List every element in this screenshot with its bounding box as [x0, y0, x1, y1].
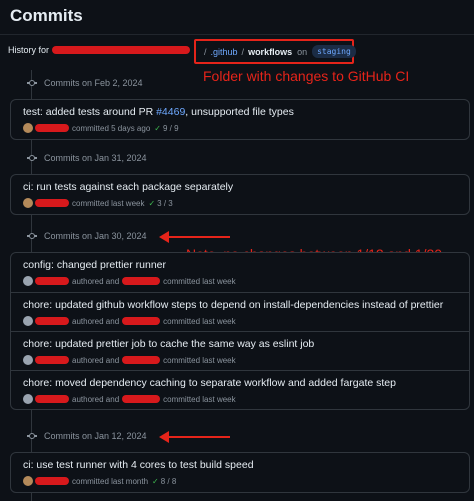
- avatar[interactable]: [23, 394, 33, 404]
- commit-meta: authored and committed last week: [23, 316, 457, 326]
- commit-time: committed last week: [163, 394, 236, 404]
- commit-time: committed 5 days ago: [72, 123, 151, 133]
- redacted-committer: [122, 356, 161, 364]
- commit-time: committed last week: [163, 276, 236, 286]
- breadcrumb-separator: /: [241, 46, 245, 57]
- commit-title[interactable]: test: added tests around PR #4469, unsup…: [23, 106, 457, 118]
- avatar[interactable]: [23, 123, 33, 133]
- check-count[interactable]: 8 / 8: [161, 477, 177, 486]
- check-icon: ✓: [148, 198, 156, 208]
- commit-time: committed last month: [72, 476, 149, 486]
- commit-meta: authored and committed last week: [23, 355, 457, 365]
- title-divider: [0, 34, 474, 35]
- avatar[interactable]: [23, 316, 33, 326]
- breadcrumb-separator: /: [204, 46, 207, 57]
- history-label: History for: [8, 45, 50, 55]
- git-commit-icon: [26, 152, 38, 164]
- group-header-feb-2: Commits on Feb 2, 2024: [26, 77, 143, 89]
- redacted-author: [35, 477, 69, 485]
- commit-row: test: added tests around PR #4469, unsup…: [11, 100, 469, 139]
- redacted-committer: [122, 395, 161, 403]
- git-commit-icon: [26, 230, 38, 242]
- group-date: Commits on Jan 12, 2024: [44, 431, 147, 441]
- commit-title[interactable]: config: changed prettier runner: [23, 259, 457, 271]
- commit-title[interactable]: chore: updated github workflow steps to …: [23, 299, 457, 311]
- redacted-committer: [122, 317, 161, 325]
- group-header-jan-12: Commits on Jan 12, 2024: [26, 430, 147, 442]
- commit-title[interactable]: ci: use test runner with 4 cores to test…: [23, 459, 457, 471]
- group-header-jan-31: Commits on Jan 31, 2024: [26, 152, 147, 164]
- breadcrumb-github-folder[interactable]: .github: [211, 47, 238, 57]
- redacted-author: [35, 395, 69, 403]
- commit-list-jan-12: ci: use test runner with 4 cores to test…: [10, 452, 470, 493]
- check-count[interactable]: 9 / 9: [163, 124, 179, 133]
- annotation-folder-note: Folder with changes to GitHub CI: [203, 68, 410, 84]
- commit-meta: authored and committed last week: [23, 394, 457, 404]
- commit-row: chore: moved dependency caching to separ…: [11, 370, 469, 409]
- redacted-author: [35, 199, 69, 207]
- path-breadcrumb: / .github / workflows on staging: [194, 39, 356, 64]
- group-date: Commits on Jan 31, 2024: [44, 153, 147, 163]
- commit-meta: committed 5 days ago ✓ 9 / 9: [23, 123, 457, 133]
- commit-title[interactable]: chore: updated prettier job to cache the…: [23, 338, 457, 350]
- commit-time: committed last week: [163, 316, 236, 326]
- git-commit-icon: [26, 430, 38, 442]
- on-label: on: [297, 46, 308, 57]
- check-count[interactable]: 3 / 3: [157, 199, 173, 208]
- commit-list-jan-31: ci: run tests against each package separ…: [10, 174, 470, 215]
- commit-meta: committed last month ✓ 8 / 8: [23, 476, 457, 486]
- page-title: Commits: [10, 6, 83, 25]
- group-date: Commits on Feb 2, 2024: [44, 78, 143, 88]
- redacted-repo-name: [52, 46, 191, 54]
- commit-list-jan-30: config: changed prettier runner authored…: [10, 252, 470, 410]
- redacted-author: [35, 124, 69, 132]
- redacted-author: [35, 277, 69, 285]
- commit-row: ci: use test runner with 4 cores to test…: [11, 453, 469, 492]
- redacted-author: [35, 317, 69, 325]
- authored-label: authored and: [72, 316, 120, 326]
- commit-meta: committed last week ✓ 3 / 3: [23, 198, 457, 208]
- commit-title[interactable]: chore: moved dependency caching to separ…: [23, 377, 457, 389]
- commit-row: ci: run tests against each package separ…: [11, 175, 469, 214]
- commit-list-feb-2: test: added tests around PR #4469, unsup…: [10, 99, 470, 140]
- avatar[interactable]: [23, 476, 33, 486]
- annotation-arrow: [159, 431, 230, 443]
- commit-meta: authored and committed last week: [23, 276, 457, 286]
- avatar[interactable]: [23, 355, 33, 365]
- commit-time: committed last week: [163, 355, 236, 365]
- pr-link[interactable]: #4469: [156, 106, 185, 118]
- redacted-committer: [122, 277, 161, 285]
- annotation-arrow: [159, 231, 230, 243]
- avatar[interactable]: [23, 276, 33, 286]
- check-icon: ✓: [152, 476, 159, 486]
- history-line: History for: [8, 45, 194, 55]
- authored-label: authored and: [72, 355, 120, 365]
- redacted-author: [35, 356, 69, 364]
- commit-time: committed last week: [72, 198, 145, 208]
- check-icon: ✓: [154, 123, 161, 133]
- commit-title[interactable]: ci: run tests against each package separ…: [23, 181, 457, 193]
- group-date: Commits on Jan 30, 2024: [44, 231, 147, 241]
- branch-badge[interactable]: staging: [312, 45, 356, 58]
- avatar[interactable]: [23, 198, 33, 208]
- commit-row: chore: updated prettier job to cache the…: [11, 331, 469, 370]
- breadcrumb-workflows: workflows: [248, 46, 293, 57]
- commit-row: chore: updated github workflow steps to …: [11, 292, 469, 331]
- commit-row: config: changed prettier runner authored…: [11, 253, 469, 292]
- group-header-jan-30: Commits on Jan 30, 2024: [26, 230, 147, 242]
- authored-label: authored and: [72, 276, 120, 286]
- authored-label: authored and: [72, 394, 120, 404]
- git-commit-icon: [26, 77, 38, 89]
